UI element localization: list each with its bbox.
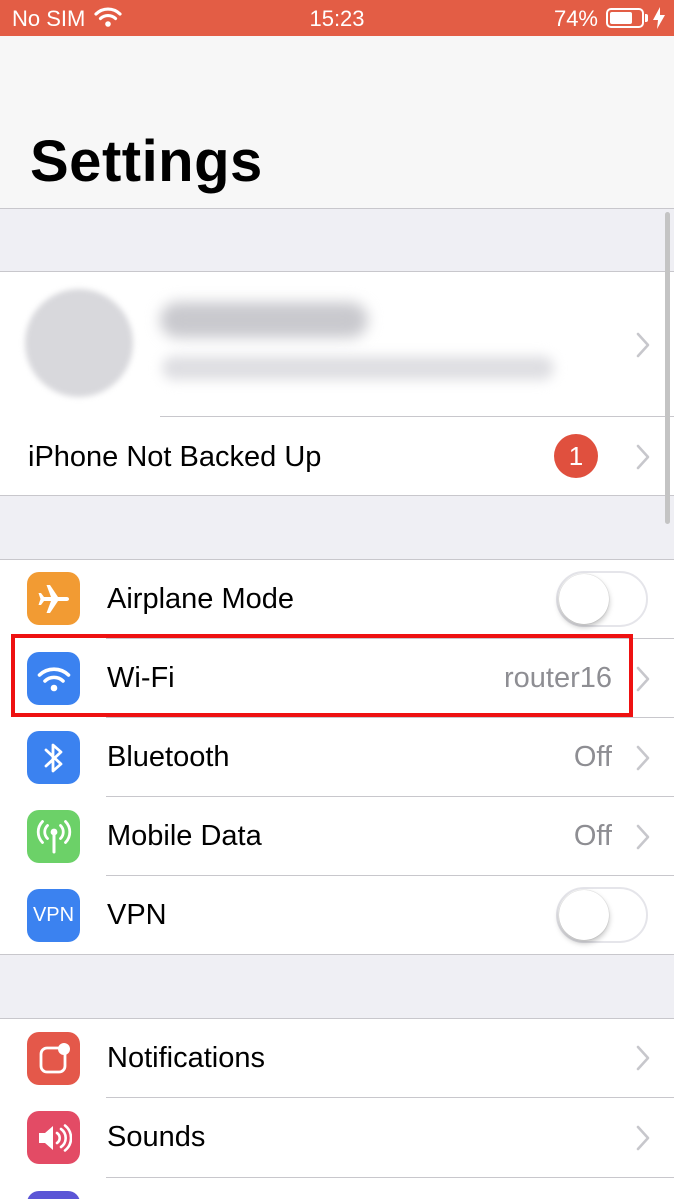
notification-badge: 1 [554, 434, 598, 478]
charging-bolt-icon [653, 7, 665, 29]
wifi-highlight-box [11, 634, 633, 717]
scroll-indicator[interactable] [665, 212, 670, 524]
battery-tip [645, 14, 648, 22]
chevron-right-icon [636, 1125, 650, 1151]
vpn-row: VPN VPN [0, 876, 674, 955]
notifications-label: Notifications [107, 1042, 265, 1074]
bluetooth-icon [27, 731, 80, 784]
mobile-data-status: Off [573, 820, 612, 852]
chevron-right-icon [636, 444, 650, 470]
chevron-right-icon [636, 824, 650, 850]
apple-id-profile-row[interactable] [0, 272, 674, 417]
badge-count: 1 [568, 440, 584, 471]
backup-label: iPhone Not Backed Up [28, 441, 322, 473]
moon-icon [27, 1191, 80, 1199]
avatar [25, 289, 133, 397]
backup-row[interactable]: iPhone Not Backed Up 1 [0, 417, 674, 496]
general-group: Notifications Sounds [0, 1018, 674, 1199]
chevron-right-icon [636, 1045, 650, 1071]
next-settings-row[interactable] [0, 1178, 674, 1199]
bluetooth-label: Bluetooth [107, 741, 230, 773]
connectivity-group: Airplane Mode Wi-Fi router16 Bluetooth O… [0, 559, 674, 955]
mobile-data-label: Mobile Data [107, 820, 262, 852]
notifications-icon [27, 1032, 80, 1085]
sounds-row[interactable]: Sounds [0, 1098, 674, 1178]
vpn-label: VPN [107, 899, 167, 931]
battery-percentage: 74% [553, 6, 598, 31]
vpn-icon: VPN [27, 889, 80, 942]
airplane-mode-row: Airplane Mode [0, 560, 674, 639]
status-bar: No SIM 15:23 74% [0, 0, 674, 36]
profile-name-blurred [160, 302, 368, 338]
airplane-mode-toggle[interactable] [556, 571, 648, 627]
sounds-label: Sounds [107, 1121, 206, 1153]
antenna-icon [27, 810, 80, 863]
chevron-right-icon [636, 332, 650, 358]
vpn-icon-text: VPN [32, 904, 75, 926]
navigation-header: Settings [0, 36, 674, 209]
mobile-data-row[interactable]: Mobile Data Off [0, 797, 674, 876]
account-group: iPhone Not Backed Up 1 [0, 271, 674, 496]
profile-subtitle-blurred [162, 356, 554, 380]
bluetooth-row[interactable]: Bluetooth Off [0, 718, 674, 797]
battery-icon [606, 8, 644, 28]
airplane-icon [27, 572, 80, 625]
page-title: Settings [30, 129, 263, 194]
chevron-right-icon [636, 745, 650, 771]
vpn-toggle[interactable] [556, 887, 648, 943]
notifications-row[interactable]: Notifications [0, 1019, 674, 1098]
chevron-right-icon [636, 666, 650, 692]
speaker-icon [27, 1111, 80, 1164]
airplane-mode-label: Airplane Mode [107, 583, 294, 615]
bluetooth-status: Off [573, 741, 612, 773]
